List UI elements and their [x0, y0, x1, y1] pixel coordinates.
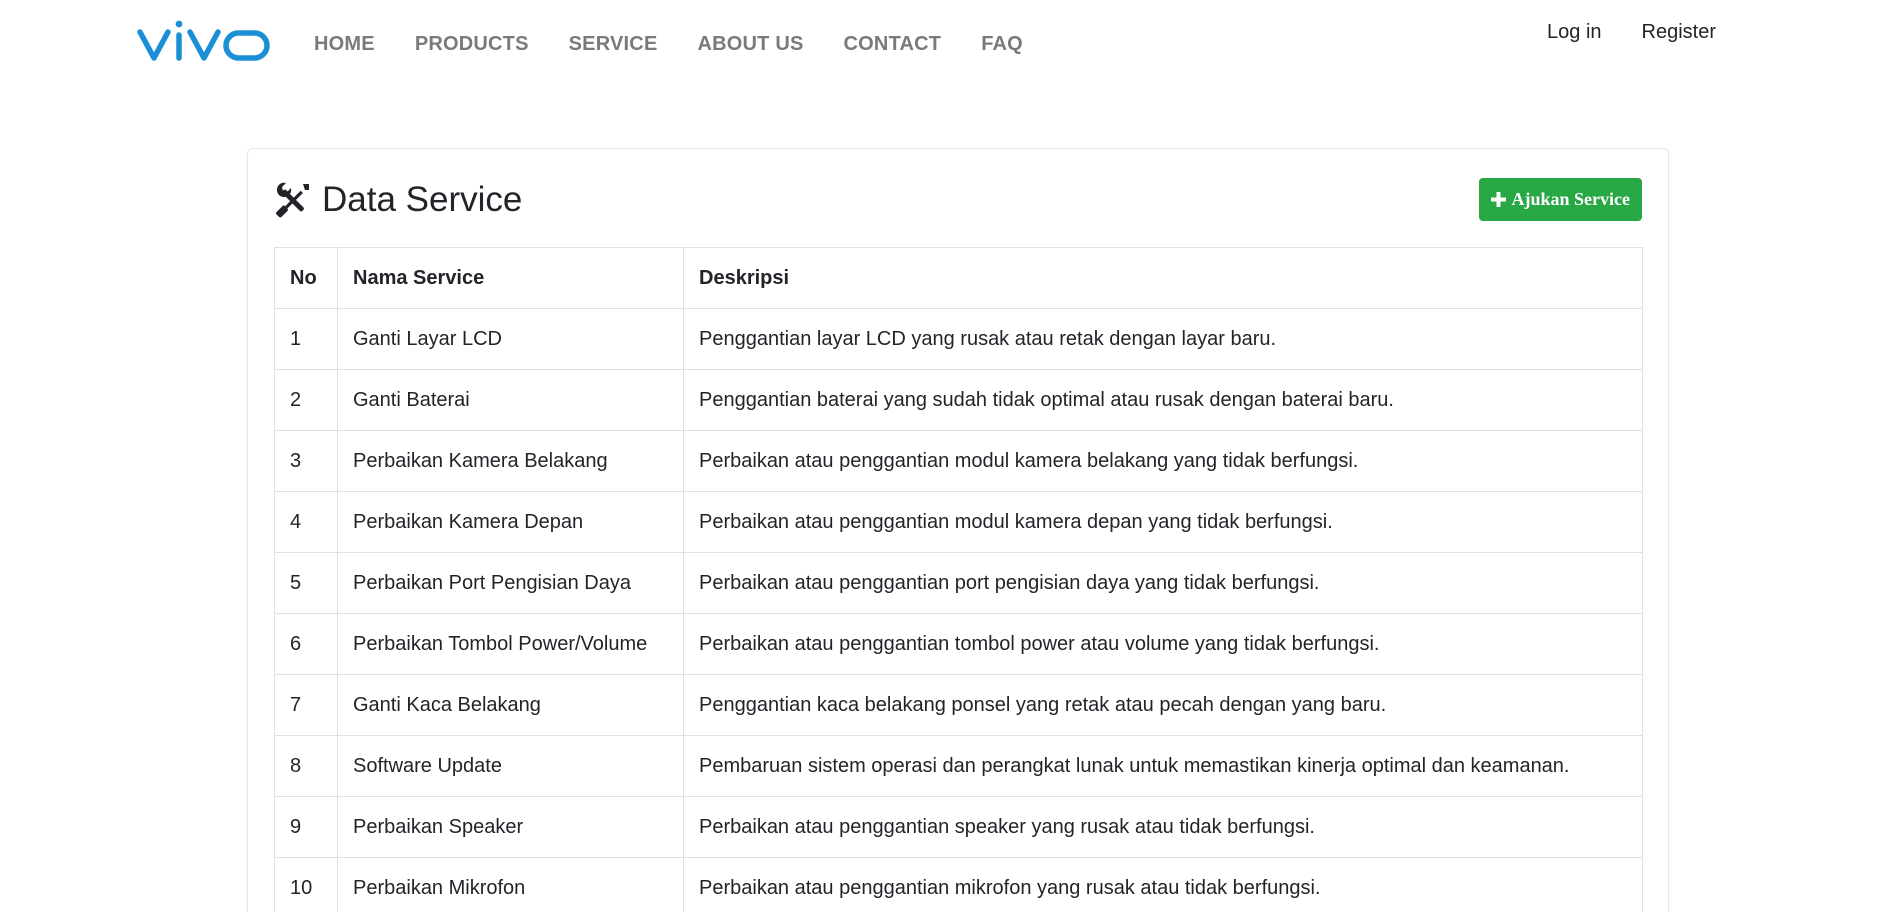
cell-deskripsi: Penggantian layar LCD yang rusak atau re…: [683, 308, 1643, 370]
cell-nama-service: Perbaikan Tombol Power/Volume: [337, 613, 684, 675]
cell-nama-service: Perbaikan Kamera Belakang: [337, 430, 684, 492]
page: HOME PRODUCTS SERVICE ABOUT US CONTACT F…: [0, 0, 1897, 912]
table-row: 7 Ganti Kaca Belakang Penggantian kaca b…: [274, 674, 1643, 736]
table-row: 4 Perbaikan Kamera Depan Perbaikan atau …: [274, 491, 1643, 553]
main-nav: HOME PRODUCTS SERVICE ABOUT US CONTACT F…: [314, 30, 1063, 58]
page-title: Data Service: [274, 175, 522, 225]
cell-no: 10: [274, 857, 338, 912]
cell-nama-service: Perbaikan Speaker: [337, 796, 684, 858]
nav-faq[interactable]: FAQ: [981, 33, 1023, 56]
table-row: 9 Perbaikan Speaker Perbaikan atau pengg…: [274, 796, 1643, 858]
auth-links: Log in Register: [1507, 21, 1716, 44]
cell-no: 6: [274, 613, 338, 675]
table-row: 2 Ganti Baterai Penggantian baterai yang…: [274, 369, 1643, 431]
cell-no: 1: [274, 308, 338, 370]
cell-no: 2: [274, 369, 338, 431]
cell-nama-service: Ganti Baterai: [337, 369, 684, 431]
table-row: 1 Ganti Layar LCD Penggantian layar LCD …: [274, 308, 1643, 370]
cell-deskripsi: Perbaikan atau penggantian speaker yang …: [683, 796, 1643, 858]
card-header: Data Service Ajukan Service: [274, 175, 1642, 225]
nav-about-us[interactable]: ABOUT US: [697, 33, 803, 56]
plus-icon: [1490, 192, 1506, 207]
cell-deskripsi: Perbaikan atau penggantian port pengisia…: [683, 552, 1643, 614]
cell-deskripsi: Pembaruan sistem operasi dan perangkat l…: [683, 735, 1643, 797]
table-row: 10 Perbaikan Mikrofon Perbaikan atau pen…: [274, 857, 1643, 912]
login-link[interactable]: Log in: [1547, 21, 1602, 44]
cell-nama-service: Software Update: [337, 735, 684, 797]
table-row: 6 Perbaikan Tombol Power/Volume Perbaika…: [274, 613, 1643, 675]
ajukan-service-button[interactable]: Ajukan Service: [1478, 178, 1642, 221]
cell-nama-service: Perbaikan Kamera Depan: [337, 491, 684, 553]
cell-no: 4: [274, 491, 338, 553]
service-table-wrap: No Nama Service Deskripsi 1 Ganti Layar …: [274, 247, 1643, 912]
cell-no: 5: [274, 552, 338, 614]
nav-home[interactable]: HOME: [314, 33, 375, 56]
cell-no: 8: [274, 735, 338, 797]
column-header-nama-service: Nama Service: [337, 247, 684, 309]
vivo-logo-icon: [137, 20, 270, 61]
column-header-no: No: [274, 247, 338, 309]
cell-deskripsi: Penggantian baterai yang sudah tidak opt…: [683, 369, 1643, 431]
vivo-logo[interactable]: [137, 18, 271, 62]
register-link[interactable]: Register: [1642, 21, 1716, 44]
service-card: Data Service Ajukan Service No Nama Serv…: [247, 148, 1669, 912]
cell-nama-service: Ganti Layar LCD: [337, 308, 684, 370]
ajukan-service-label: Ajukan Service: [1511, 189, 1631, 209]
tools-icon: [276, 182, 309, 218]
cell-nama-service: Perbaikan Port Pengisian Daya: [337, 552, 684, 614]
cell-deskripsi: Perbaikan atau penggantian modul kamera …: [683, 491, 1643, 553]
table-row: 3 Perbaikan Kamera Belakang Perbaikan at…: [274, 430, 1643, 492]
cell-no: 3: [274, 430, 338, 492]
navbar: HOME PRODUCTS SERVICE ABOUT US CONTACT F…: [0, 0, 1897, 86]
table-row: 5 Perbaikan Port Pengisian Daya Perbaika…: [274, 552, 1643, 614]
cell-deskripsi: Perbaikan atau penggantian modul kamera …: [683, 430, 1643, 492]
cell-deskripsi: Perbaikan atau penggantian mikrofon yang…: [683, 857, 1643, 912]
cell-no: 9: [274, 796, 338, 858]
cell-no: 7: [274, 674, 338, 736]
nav-contact[interactable]: CONTACT: [844, 33, 942, 56]
service-table: No Nama Service Deskripsi 1 Ganti Layar …: [274, 247, 1643, 912]
cell-nama-service: Ganti Kaca Belakang: [337, 674, 684, 736]
table-row: 8 Software Update Pembaruan sistem opera…: [274, 735, 1643, 797]
table-header-row: No Nama Service Deskripsi: [274, 247, 1643, 309]
cell-nama-service: Perbaikan Mikrofon: [337, 857, 684, 912]
cell-deskripsi: Perbaikan atau penggantian tombol power …: [683, 613, 1643, 675]
cell-deskripsi: Penggantian kaca belakang ponsel yang re…: [683, 674, 1643, 736]
column-header-deskripsi: Deskripsi: [683, 247, 1643, 309]
nav-products[interactable]: PRODUCTS: [415, 33, 529, 56]
page-title-text: Data Service: [322, 180, 523, 219]
nav-service[interactable]: SERVICE: [569, 33, 658, 56]
